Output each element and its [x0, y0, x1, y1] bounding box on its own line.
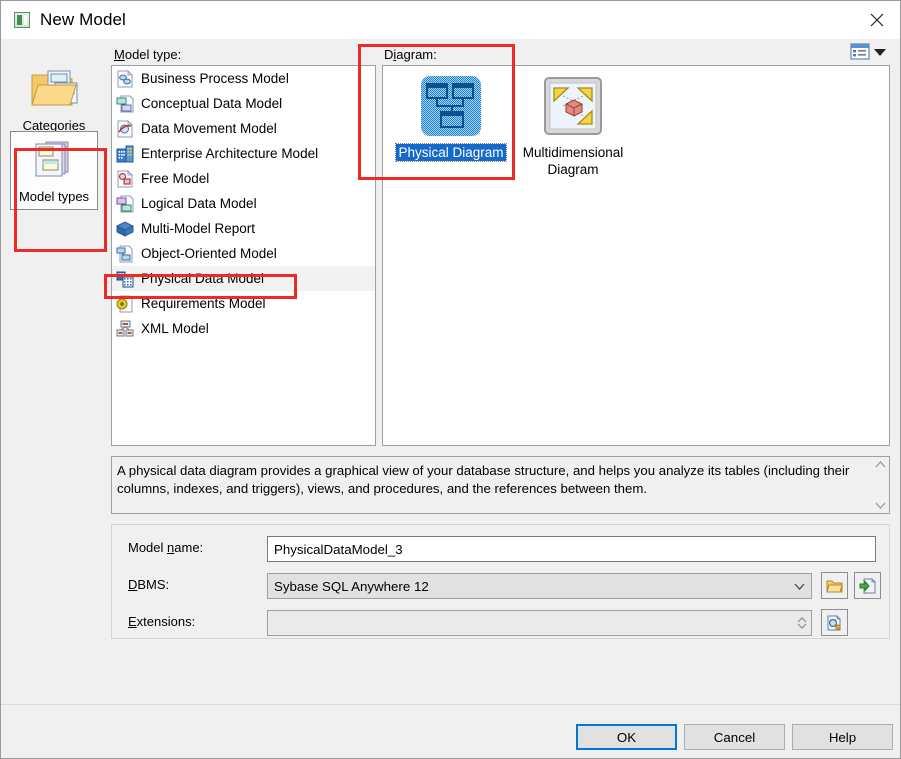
model-icon — [14, 12, 30, 28]
logical-data-icon — [116, 195, 134, 213]
multidimensional-diagram-icon — [541, 74, 605, 138]
list-item[interactable]: Multi-Model Report — [112, 216, 375, 241]
dbms-dropdown[interactable]: Sybase SQL Anywhere 12 — [267, 573, 812, 599]
dbms-import-button[interactable] — [854, 572, 881, 599]
list-item-label: Data Movement Model — [141, 121, 277, 136]
diagram-list[interactable]: Physical Diagram Multidimensional Diagra… — [382, 65, 890, 446]
view-style-button[interactable] — [850, 43, 886, 61]
diagram-item-label: Multidimensional Diagram — [522, 145, 624, 177]
help-button[interactable]: Help — [792, 724, 893, 750]
list-item[interactable]: Object-Oriented Model — [112, 241, 375, 266]
list-item[interactable]: Free Model — [112, 166, 375, 191]
list-item-label: Multi-Model Report — [141, 221, 256, 236]
xml-model-icon — [116, 320, 134, 338]
model-name-input[interactable] — [267, 536, 876, 562]
chevron-down-icon — [794, 583, 805, 590]
dbms-label: DBMS: — [128, 577, 170, 592]
ok-button-label: OK — [616, 729, 637, 745]
ok-button[interactable]: OK — [576, 724, 677, 750]
close-icon[interactable] — [854, 1, 900, 38]
view-details-icon — [850, 43, 870, 60]
business-process-icon — [116, 69, 134, 88]
model-type-label: Model type: — [114, 47, 182, 62]
list-item[interactable]: Logical Data Model — [112, 191, 375, 216]
sidebar-item-categories[interactable]: Categories — [10, 61, 98, 138]
new-model-dialog: New Model Categories Model types Model t… — [0, 0, 901, 759]
help-button-label: Help — [828, 729, 857, 745]
enterprise-architecture-icon — [116, 145, 134, 163]
list-item-label: Object-Oriented Model — [141, 246, 277, 261]
diagram-label: Diagram: — [384, 47, 437, 62]
description-box: A physical data diagram provides a graph… — [111, 456, 890, 514]
footer-divider — [1, 704, 900, 705]
list-item-physical-data-model[interactable]: Physical Data Model — [112, 266, 375, 291]
object-oriented-icon — [116, 245, 134, 263]
physical-diagram-icon — [419, 74, 483, 138]
chevron-down-icon — [797, 623, 807, 629]
free-model-icon — [116, 169, 134, 188]
list-item-label: Requirements Model — [141, 296, 266, 311]
requirements-icon — [116, 295, 134, 313]
chevron-down-icon — [875, 502, 886, 509]
list-item-label: Physical Data Model — [141, 271, 265, 286]
list-item-label: Enterprise Architecture Model — [141, 146, 319, 161]
dbms-open-button[interactable] — [821, 572, 848, 599]
extensions-spinner[interactable] — [797, 617, 807, 629]
model-name-label: Model name: — [128, 540, 204, 555]
list-item[interactable]: Business Process Model — [112, 66, 375, 91]
title-bar: New Model — [1, 1, 900, 39]
list-item[interactable]: Conceptual Data Model — [112, 91, 375, 116]
diagram-item-multidimensional[interactable]: Multidimensional Diagram — [513, 74, 633, 178]
sidebar-item-label: Model types — [18, 189, 90, 204]
list-item[interactable]: XML Model — [112, 316, 375, 341]
dbms-value: Sybase SQL Anywhere 12 — [274, 578, 429, 594]
list-item-label: Logical Data Model — [141, 196, 257, 211]
model-type-list[interactable]: Business Process Model Conceptual Data M… — [111, 65, 376, 446]
sidebar: Categories Model types — [2, 39, 106, 719]
extensions-label: Extensions: — [128, 614, 196, 629]
stacked-windows-icon — [35, 141, 70, 177]
window-title: New Model — [40, 10, 126, 29]
conceptual-data-icon — [116, 95, 134, 113]
folder-documents-icon — [31, 70, 78, 106]
data-movement-icon — [116, 119, 134, 138]
description-text: A physical data diagram provides a graph… — [117, 463, 850, 496]
model-settings-group: Model name: DBMS: Sybase SQL Anywhere 12 — [111, 524, 890, 639]
browse-magnifier-icon — [827, 614, 841, 630]
list-item[interactable]: Data Movement Model — [112, 116, 375, 141]
list-item-label: Business Process Model — [141, 71, 289, 86]
list-item-label: Conceptual Data Model — [141, 96, 283, 111]
list-item[interactable]: Enterprise Architecture Model — [112, 141, 375, 166]
diagram-item-physical[interactable]: Physical Diagram — [391, 74, 511, 162]
sidebar-item-model-types[interactable]: Model types — [10, 131, 98, 210]
description-scrollbar[interactable] — [872, 457, 889, 513]
cancel-button[interactable]: Cancel — [684, 724, 785, 750]
multi-model-report-icon — [115, 220, 135, 238]
chevron-down-icon — [874, 49, 886, 56]
list-item[interactable]: Requirements Model — [112, 291, 375, 316]
cancel-button-label: Cancel — [713, 729, 756, 745]
diagram-item-label: Physical Diagram — [395, 143, 507, 162]
list-item-label: Free Model — [141, 171, 210, 186]
physical-data-icon — [116, 270, 134, 288]
import-page-icon — [859, 577, 876, 593]
extensions-input[interactable] — [267, 610, 812, 636]
extensions-browse-button[interactable] — [821, 609, 848, 636]
chevron-up-icon — [875, 461, 886, 468]
open-folder-icon — [826, 580, 843, 592]
list-item-label: XML Model — [141, 321, 209, 336]
